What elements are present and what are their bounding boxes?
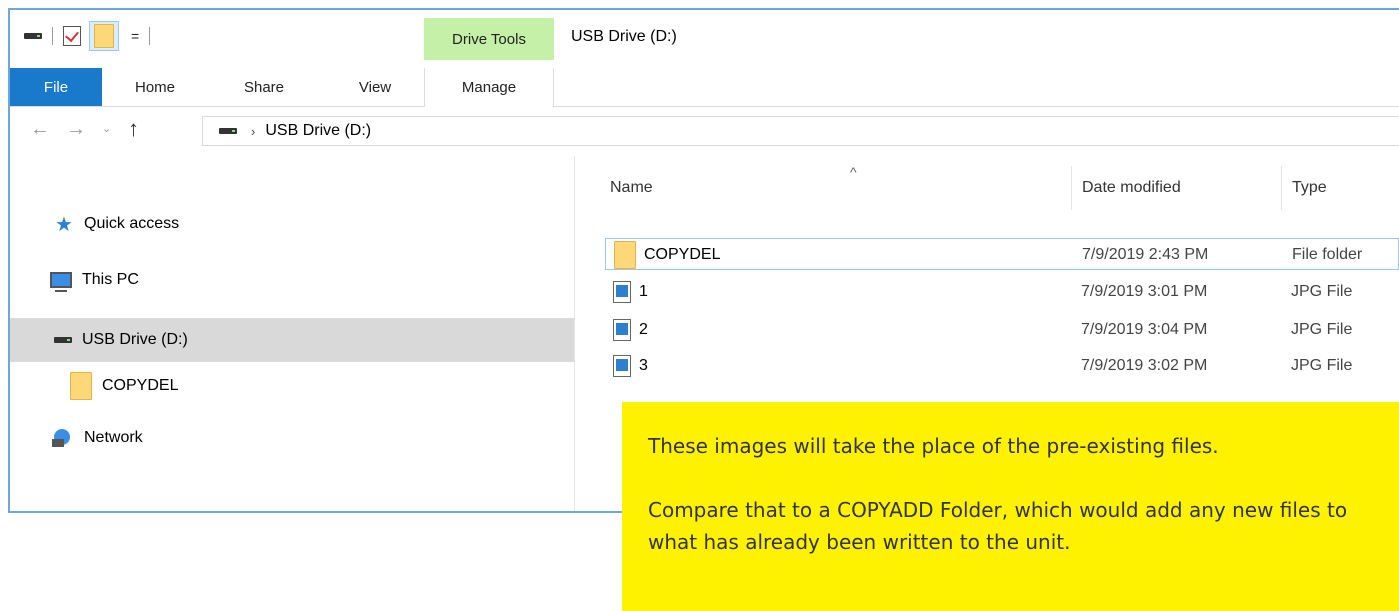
customize-dropdown-icon[interactable]: =	[131, 29, 139, 43]
file-name: 3	[639, 357, 648, 374]
file-name-cell: 2	[613, 314, 648, 346]
file-name-cell: 1	[613, 276, 648, 308]
nav-item-usb-drive[interactable]: USB Drive (D:)	[10, 318, 574, 362]
title-bar: = Drive Tools USB Drive (D:)	[10, 10, 1399, 68]
file-date: 7/9/2019 2:43 PM	[1082, 246, 1209, 263]
navigation-pane: ★ Quick access This PC USB Drive (D:) CO…	[10, 156, 575, 511]
jpg-file-icon	[613, 319, 631, 341]
new-folder-icon	[94, 24, 114, 48]
up-arrow-icon[interactable]: ↑	[128, 116, 139, 142]
callout-text: These images will take the place of the …	[648, 434, 1219, 458]
column-header-name[interactable]: Name	[610, 166, 1060, 210]
file-name: 1	[639, 283, 648, 300]
drive-icon[interactable]	[24, 33, 42, 39]
folder-icon	[70, 372, 92, 400]
address-row: ← → ⌄ ↑ › USB Drive (D:)	[10, 106, 1399, 156]
back-arrow-icon[interactable]: ←	[30, 118, 50, 141]
file-name: 2	[639, 321, 648, 338]
nav-item-label: USB Drive (D:)	[82, 331, 188, 348]
jpg-file-icon	[613, 355, 631, 377]
file-row[interactable]: 1 7/9/2019 3:01 PM JPG File	[605, 276, 1399, 308]
callout-text: Compare that to a COPYADD Folder, which …	[648, 498, 1348, 554]
drive-tools-context-label: Drive Tools	[424, 18, 554, 60]
file-type: JPG File	[1291, 321, 1353, 338]
file-row[interactable]: 3 7/9/2019 3:02 PM JPG File	[605, 350, 1399, 382]
recent-locations-chevron-icon[interactable]: ⌄	[102, 122, 111, 135]
file-type: JPG File	[1291, 283, 1353, 300]
star-icon: ★	[55, 213, 73, 236]
file-date: 7/9/2019 3:01 PM	[1081, 283, 1208, 300]
tab-home[interactable]: Home	[125, 68, 185, 106]
file-type: JPG File	[1291, 357, 1353, 374]
nav-item-network[interactable]: Network	[10, 418, 574, 458]
new-folder-button[interactable]	[89, 21, 119, 51]
file-row[interactable]: 2 7/9/2019 3:04 PM JPG File	[605, 314, 1399, 346]
nav-item-quick-access[interactable]: ★ Quick access	[10, 204, 574, 244]
window-title: USB Drive (D:)	[571, 28, 677, 45]
quick-access-toolbar: =	[24, 21, 160, 51]
ribbon-tabs: File Home Share View Manage	[10, 68, 1399, 107]
forward-arrow-icon[interactable]: →	[66, 118, 86, 141]
column-header-type[interactable]: Type	[1281, 166, 1399, 210]
folder-icon	[614, 241, 636, 269]
nav-item-label: Quick access	[84, 215, 180, 232]
drive-icon	[219, 128, 237, 134]
nav-item-label: COPYDEL	[102, 377, 179, 394]
file-name: COPYDEL	[644, 246, 721, 263]
tab-file[interactable]: File	[10, 68, 102, 106]
breadcrumb-usb-drive[interactable]: USB Drive (D:)	[265, 122, 371, 140]
file-date: 7/9/2019 3:04 PM	[1081, 321, 1208, 338]
monitor-icon	[50, 272, 72, 292]
tab-view[interactable]: View	[350, 68, 400, 106]
drive-icon	[54, 337, 72, 343]
properties-check-icon[interactable]	[63, 26, 81, 46]
column-header-date-modified[interactable]: Date modified	[1071, 166, 1271, 210]
file-type: File folder	[1292, 246, 1363, 263]
breadcrumb-separator[interactable]: ›	[251, 124, 255, 139]
network-icon	[52, 429, 74, 447]
nav-item-copydel[interactable]: COPYDEL	[10, 366, 574, 406]
nav-item-this-pc[interactable]: This PC	[10, 260, 574, 300]
address-bar[interactable]: › USB Drive (D:)	[202, 116, 1399, 146]
jpg-file-icon	[613, 281, 631, 303]
nav-item-label: Network	[84, 429, 143, 446]
tab-share[interactable]: Share	[232, 68, 296, 106]
nav-item-label: This PC	[82, 271, 139, 288]
file-date: 7/9/2019 3:02 PM	[1081, 357, 1208, 374]
file-name-cell: 3	[613, 350, 648, 382]
tab-manage[interactable]: Manage	[424, 68, 554, 107]
file-name-cell: COPYDEL	[614, 239, 720, 271]
file-row[interactable]: COPYDEL 7/9/2019 2:43 PM File folder	[605, 238, 1399, 270]
toolbar-separator	[52, 27, 53, 45]
toolbar-separator	[149, 27, 151, 45]
annotation-callout: These images will take the place of the …	[622, 402, 1399, 611]
